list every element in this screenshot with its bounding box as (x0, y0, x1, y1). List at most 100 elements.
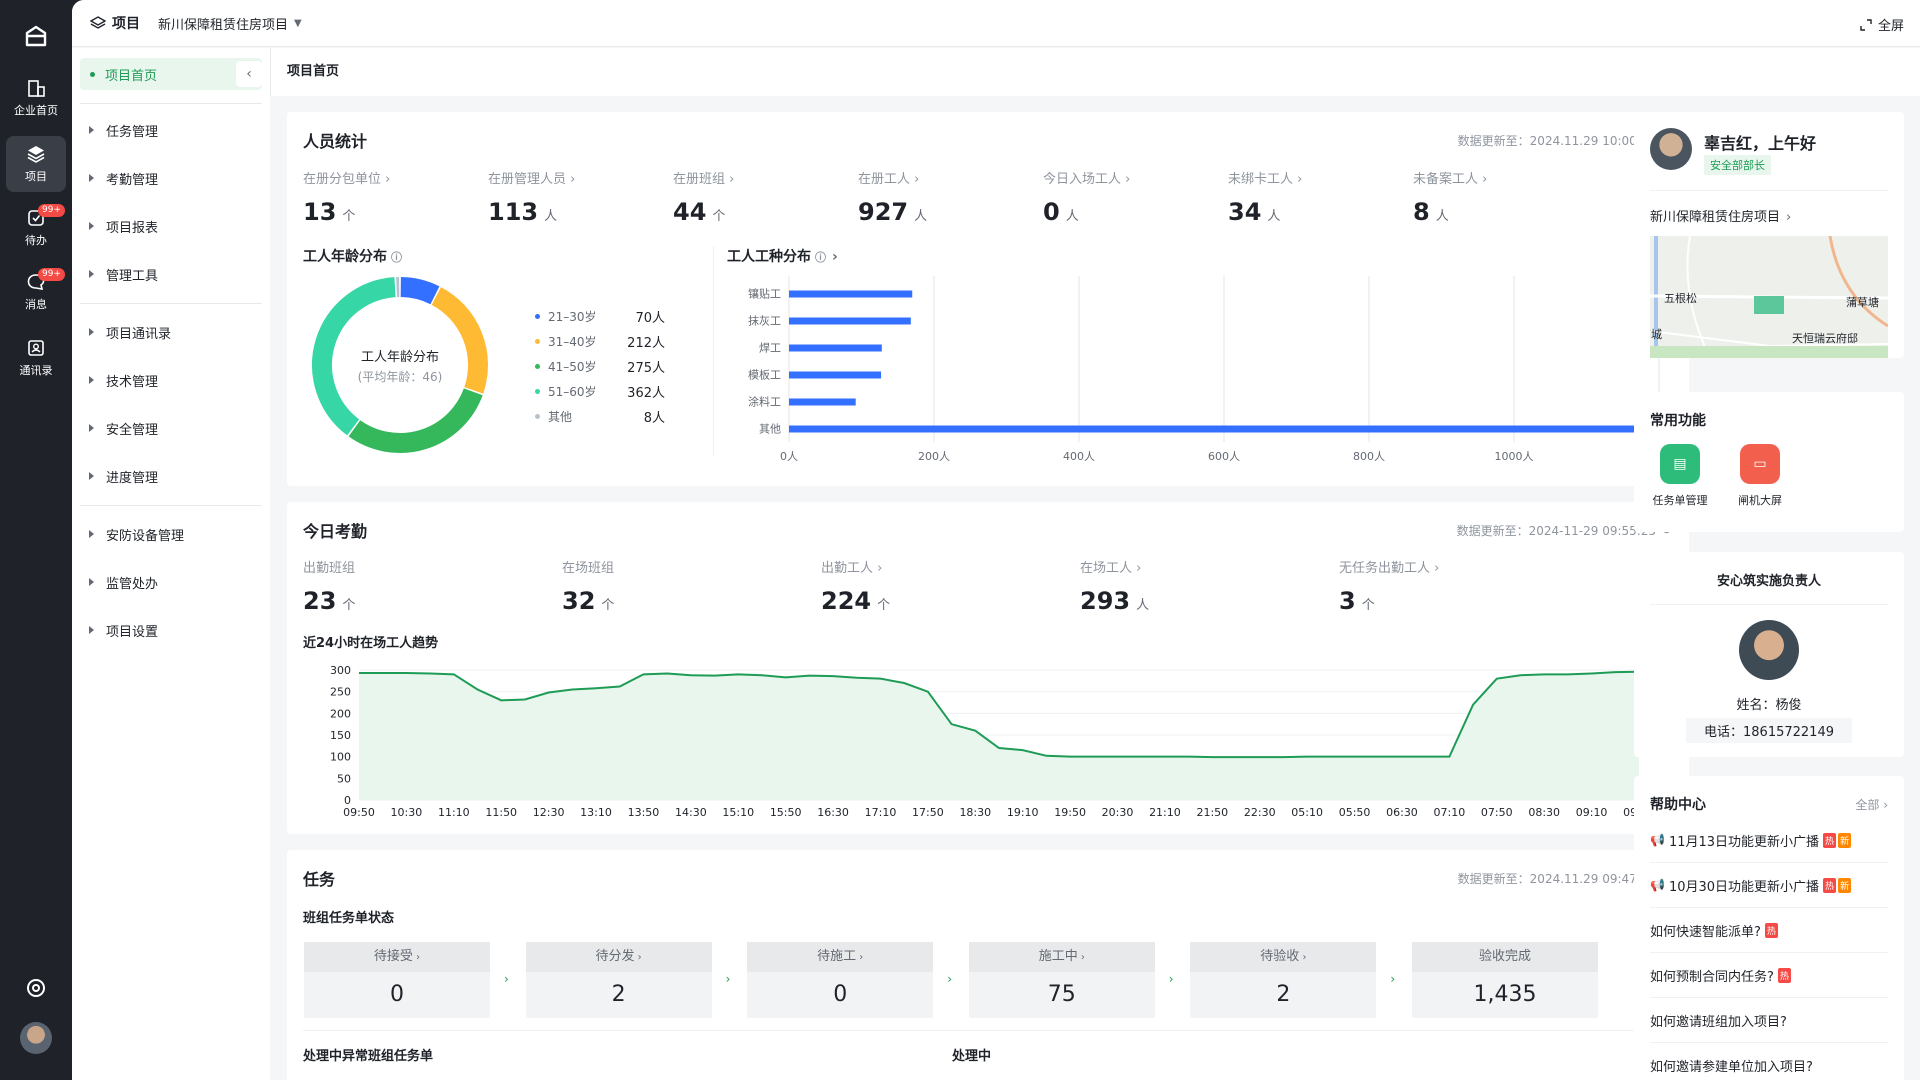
project-link[interactable]: 新川保障租赁住房项目 › (1650, 206, 1791, 225)
attendance-stat[interactable]: 在场工人 › 293 人 (1080, 557, 1149, 615)
nav-item[interactable]: 项目设置 (80, 614, 262, 646)
help-article[interactable]: 📢 10月30日功能更新小广播热新 (1650, 863, 1888, 908)
map-label: 五根松 (1664, 292, 1697, 305)
nav-item[interactable]: 安全管理 (80, 412, 262, 444)
trade-divider (713, 246, 714, 456)
stat-unit: 人 (1065, 209, 1079, 224)
donut-slice[interactable] (348, 388, 483, 453)
chevron-right-icon[interactable]: › (832, 249, 838, 265)
nav-item[interactable]: 任务管理 (80, 114, 262, 146)
section-label: 项目 (112, 16, 140, 32)
stat-value: 23 个 (303, 587, 355, 615)
stat-number: 13 (303, 198, 337, 226)
personnel-stat[interactable]: 在册管理人员 › 113 人 (488, 168, 575, 226)
personnel-stat[interactable]: 在册工人 › 927 人 (858, 168, 927, 226)
project-map[interactable]: 五根松 蒲草塘 天恒瑞云府邸 南城 (1650, 236, 1888, 358)
trade-bar-chart: 0人200人400人600人800人1000人1200人镶贴工抹灰工焊工模板工涂… (748, 276, 1677, 463)
chevron-right-icon: › (1121, 172, 1131, 187)
x-tick-label: 11:10 (438, 806, 470, 819)
caret-right-icon (89, 270, 95, 278)
nav-item[interactable]: 管理工具 (80, 258, 262, 290)
help-article[interactable]: 如何快速智能派单? 热 (1650, 908, 1888, 953)
help-title: 帮助中心 (1650, 797, 1706, 813)
attendance-stat[interactable]: 在场班组 32 个 (562, 557, 614, 615)
x-tick-label: 06:30 (1386, 806, 1418, 819)
nav-item[interactable]: 考勤管理 (80, 162, 262, 194)
task-status-box[interactable]: 待分发 › 2 (525, 942, 712, 1018)
help-article[interactable]: 如何邀请参建单位加入项目? (1650, 1043, 1888, 1080)
rail-item-label: 待办 (25, 234, 47, 247)
stat-number: 32 (562, 587, 596, 615)
x-tick-label: 14:30 (675, 806, 707, 819)
task-status-label: 待施工 (817, 949, 857, 964)
gate-screen-shortcut[interactable]: ▭ 闸机大屏 (1730, 444, 1790, 508)
task-status-box[interactable]: 待施工 › 0 (747, 942, 934, 1018)
attendance-stat[interactable]: 出勤班组 23 个 (303, 557, 355, 615)
personnel-stat[interactable]: 在册班组 › 44 个 (673, 168, 734, 226)
task-order-label: 任务单管理 (1652, 494, 1708, 507)
task-status-box[interactable]: 待接受 › 0 (304, 942, 490, 1018)
nav-item[interactable]: 项目通讯录 (80, 316, 262, 348)
help-all-link[interactable]: 全部 › (1855, 796, 1888, 813)
rail-item-building[interactable]: 企业首页 (6, 70, 66, 126)
personnel-stat[interactable]: 在册分包单位 › 13 个 (303, 168, 390, 226)
nav-item[interactable]: 项目报表 (80, 210, 262, 242)
step-arrow-icon: › (504, 972, 509, 986)
trade-bar[interactable] (789, 371, 882, 379)
rail-item-message[interactable]: 消息 99+ (6, 264, 66, 320)
nav-item[interactable]: 安防设备管理 (80, 518, 262, 550)
info-icon[interactable]: ⓘ (815, 251, 826, 264)
help-article[interactable]: 如何预制合同内任务? 热 (1650, 953, 1888, 998)
nav-item[interactable]: 项目首页 ‹ (80, 58, 262, 90)
card-divider (1650, 190, 1888, 191)
personnel-stat[interactable]: 未备案工人 › 8 人 (1413, 168, 1487, 226)
attendance-stat[interactable]: 出勤工人 › 224 个 (821, 557, 890, 615)
project-selector[interactable]: 新川保障租赁住房项目 (158, 14, 288, 33)
trade-bar[interactable] (789, 425, 1652, 433)
settings-gear-icon[interactable] (24, 976, 48, 1000)
trade-bar[interactable] (789, 290, 913, 298)
task-status-box[interactable]: 待验收 › 2 (1190, 942, 1377, 1018)
map-label: 南城 (1650, 328, 1662, 341)
stat-label: 在场班组 (562, 561, 615, 576)
x-tick-label: 15:50 (770, 806, 802, 819)
rail-item-contacts[interactable]: 通讯录 (6, 330, 66, 386)
personnel-stat[interactable]: 今日入场工人 › 0 人 (1043, 168, 1130, 226)
stat-value: 927 人 (858, 198, 927, 226)
caret-right-icon (89, 626, 95, 634)
nav-item[interactable]: 技术管理 (80, 364, 262, 396)
nav-item[interactable]: 进度管理 (80, 460, 262, 492)
hot-badge: 热 (1823, 877, 1837, 893)
attendance-stat[interactable]: 无任务出勤工人 › 3 个 (1339, 557, 1439, 615)
x-tick-label: 17:50 (912, 806, 944, 819)
info-icon[interactable]: ⓘ (391, 251, 402, 264)
stat-label: 今日入场工人 (1043, 172, 1122, 187)
chevron-left-icon[interactable]: ‹ (236, 61, 262, 87)
stat-value: 113 人 (488, 198, 575, 226)
chevron-right-icon: › (1132, 561, 1142, 576)
task-status-box[interactable]: 施工中 › 75 (968, 942, 1155, 1018)
nav-item[interactable]: 监管处办 (80, 566, 262, 598)
fullscreen-button[interactable]: 全屏 (1860, 15, 1904, 34)
caret-right-icon (89, 472, 95, 480)
trade-bar[interactable] (789, 344, 882, 352)
help-article[interactable]: 📢 11月13日功能更新小广播热新 (1650, 818, 1888, 863)
task-status-box[interactable]: 验收完成 1,435 (1412, 942, 1598, 1018)
help-article-title: 如何邀请班组加入项目? (1650, 1014, 1787, 1030)
rail-item-layers[interactable]: 项目 (6, 136, 66, 192)
x-tick-label: 05:10 (1291, 806, 1323, 819)
chevron-down-icon[interactable]: ▼ (294, 18, 302, 29)
task-order-shortcut[interactable]: ▤ 任务单管理 (1650, 444, 1710, 508)
trade-dist-title[interactable]: 工人工种分布 ⓘ › (727, 246, 838, 266)
help-article[interactable]: 如何邀请班组加入项目? (1650, 998, 1888, 1043)
donut-slice[interactable] (400, 277, 440, 305)
trade-bar[interactable] (789, 317, 911, 325)
stat-label: 在册班组 (673, 172, 726, 187)
personnel-stat[interactable]: 未绑卡工人 › 34 人 (1228, 168, 1302, 226)
y-tick-label: 300 (330, 664, 351, 677)
trend-area-chart: 05010015020025030009:50 10:30 11:10 11:50 12… (330, 664, 1655, 819)
rail-item-todo[interactable]: 待办 99+ (6, 200, 66, 256)
trade-bar[interactable] (789, 398, 856, 406)
user-avatar[interactable] (20, 1022, 52, 1054)
app-logo-icon[interactable] (22, 22, 50, 50)
